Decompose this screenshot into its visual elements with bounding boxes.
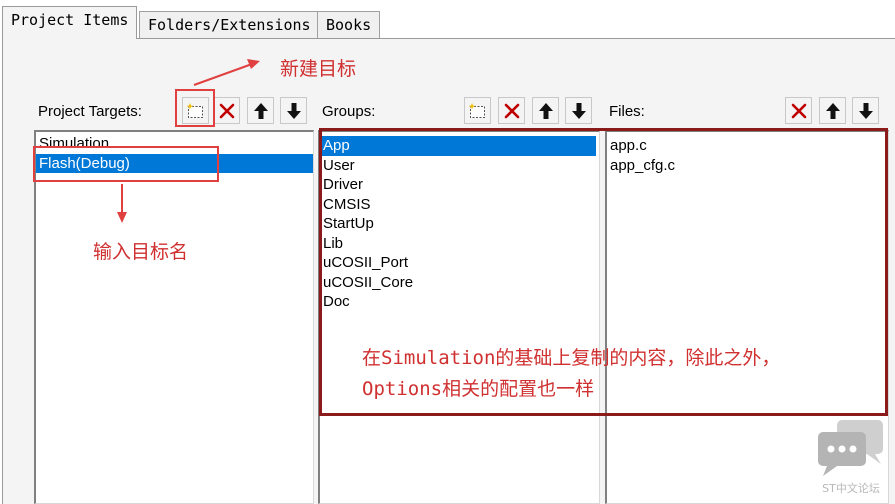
new-target-annotation: 新建目标	[280, 58, 357, 80]
move-group-up-button[interactable]	[532, 97, 559, 124]
enter-name-annotation: 输入目标名	[93, 241, 189, 263]
tab-bar: Project Items Folders/Extensions Books	[0, 0, 895, 40]
move-up-icon	[825, 102, 840, 119]
new-target-highlight	[175, 89, 215, 127]
delete-icon	[219, 103, 234, 118]
new-group-button[interactable]	[464, 97, 491, 124]
forum-watermark: ST中文论坛	[813, 418, 889, 498]
tab-project-items[interactable]: Project Items	[2, 6, 138, 39]
move-file-up-button[interactable]	[819, 97, 846, 124]
tab-books[interactable]: Books	[317, 11, 381, 39]
move-target-up-button[interactable]	[247, 97, 274, 124]
targets-label: Project Targets:	[38, 103, 142, 120]
delete-file-button[interactable]	[785, 97, 812, 124]
move-target-down-button[interactable]	[280, 97, 307, 124]
files-header: Files:	[605, 97, 885, 127]
move-file-down-button[interactable]	[852, 97, 879, 124]
targets-list[interactable]: Simulation Flash(Debug)	[34, 130, 314, 504]
chat-bubble-icon	[818, 420, 883, 476]
move-group-down-button[interactable]	[565, 97, 592, 124]
move-up-icon	[253, 102, 268, 119]
groups-header: Groups:	[318, 97, 598, 127]
move-up-icon	[538, 102, 553, 119]
files-label: Files:	[609, 103, 645, 120]
move-down-icon	[286, 102, 301, 119]
copy-note-line-1: 在Simulation的基础上复制的内容，除此之外，	[362, 347, 781, 369]
targets-header: Project Targets:	[34, 97, 312, 127]
tab-folders-extensions[interactable]: Folders/Extensions	[139, 11, 320, 39]
target-name-highlight	[33, 146, 219, 182]
delete-group-button[interactable]	[498, 97, 525, 124]
delete-icon	[504, 103, 519, 118]
delete-target-button[interactable]	[213, 97, 240, 124]
new-icon	[468, 102, 485, 118]
delete-icon	[791, 103, 806, 118]
move-down-icon	[571, 102, 586, 119]
watermark-text: ST中文论坛	[822, 482, 880, 495]
move-down-icon	[858, 102, 873, 119]
copy-note-line-2: Options相关的配置也一样	[362, 378, 595, 400]
copy-note-annotation: 在Simulation的基础上复制的内容，除此之外， Options相关的配置也…	[362, 343, 780, 405]
groups-label: Groups:	[322, 103, 376, 120]
